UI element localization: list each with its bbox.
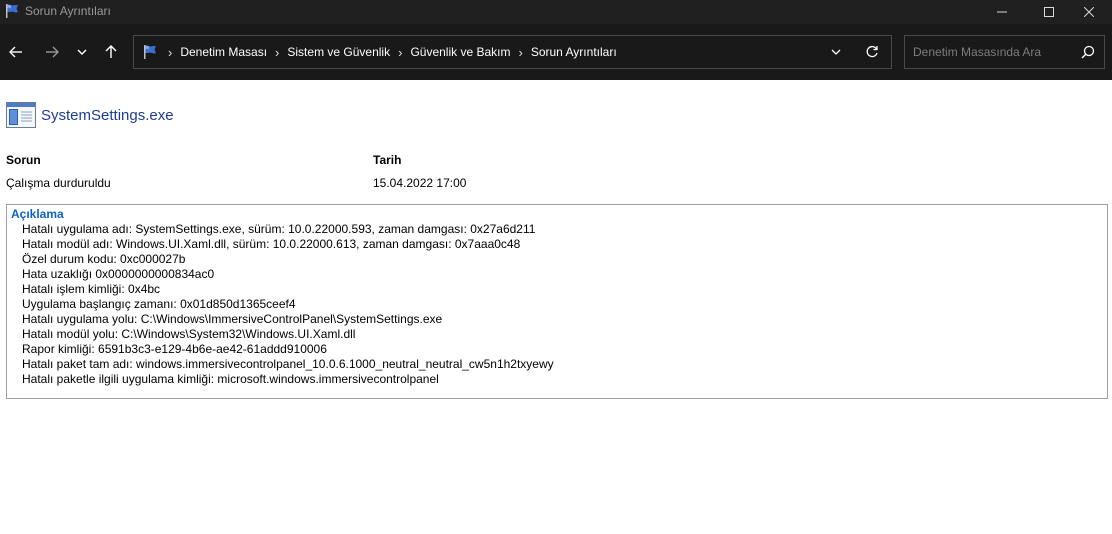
search-icon[interactable]	[1081, 45, 1095, 59]
description-line: Rapor kimliği: 6591b3c3-e129-4b6e-ae42-6…	[22, 342, 327, 356]
app-header: SystemSettings.exe	[6, 102, 174, 128]
maximize-icon	[1044, 7, 1054, 17]
description-line: Hatalı modül adı: Windows.UI.Xaml.dll, s…	[22, 237, 521, 251]
breadcrumb-item-problem-details[interactable]: Sorun Ayrıntıları	[531, 45, 617, 59]
close-button[interactable]	[1066, 0, 1112, 24]
description-line: Uygulama başlangıç zamanı: 0x01d850d1365…	[22, 297, 296, 311]
description-line: Özel durum kodu: 0xc000027b	[22, 252, 186, 266]
up-button[interactable]	[99, 38, 123, 66]
address-bar[interactable]: › Denetim Masası › Sistem ve Güvenlik › …	[133, 35, 892, 69]
breadcrumb: › Denetim Masası › Sistem ve Güvenlik › …	[164, 36, 617, 68]
application-window-icon	[6, 102, 36, 128]
forward-button[interactable]	[40, 38, 64, 66]
chevron-down-icon	[77, 49, 87, 55]
recent-locations-button[interactable]	[70, 38, 94, 66]
arrow-right-icon	[46, 46, 59, 58]
control-panel-flag-icon	[144, 45, 156, 59]
description-line: Hatalı paketle ilgili uygulama kimliği: …	[22, 372, 439, 386]
search-input[interactable]	[905, 36, 1075, 68]
control-panel-flag-icon	[6, 4, 18, 18]
app-name: SystemSettings.exe	[41, 106, 174, 124]
date-value: 15.04.2022 17:00	[373, 176, 467, 190]
breadcrumb-item-control-panel[interactable]: Denetim Masası	[180, 45, 267, 59]
breadcrumb-separator-icon[interactable]: ›	[518, 45, 522, 60]
arrow-up-icon	[105, 45, 117, 58]
address-history-button[interactable]	[826, 42, 846, 62]
description-line: Hatalı modül yolu: C:\Windows\System32\W…	[22, 327, 356, 341]
description-line: Hatalı uygulama yolu: C:\Windows\Immersi…	[22, 312, 443, 326]
navigation-bar: › Denetim Masası › Sistem ve Güvenlik › …	[0, 24, 1112, 80]
breadcrumb-item-security-maintenance[interactable]: Güvenlik ve Bakım	[410, 45, 510, 59]
description-lines: Hatalı uygulama adı: SystemSettings.exe,…	[22, 222, 554, 387]
refresh-button[interactable]	[862, 42, 882, 62]
description-line: Hatalı paket tam adı: windows.immersivec…	[22, 357, 554, 371]
content-area: SystemSettings.exe Sorun Tarih Çalışma d…	[0, 80, 1112, 534]
chevron-down-icon	[831, 49, 841, 55]
breadcrumb-separator-icon[interactable]: ›	[398, 45, 402, 60]
breadcrumb-separator-icon[interactable]: ›	[168, 45, 172, 60]
description-line: Hata uzaklığı 0x0000000000834ac0	[22, 267, 215, 281]
date-label: Tarih	[373, 153, 402, 167]
breadcrumb-separator-icon[interactable]: ›	[275, 45, 279, 60]
description-box: Açıklama Hatalı uygulama adı: SystemSett…	[6, 204, 1108, 399]
title-bar: Sorun Ayrıntıları	[0, 0, 1112, 24]
close-icon	[1084, 7, 1094, 17]
description-line: Hatalı işlem kimliği: 0x4bc	[22, 282, 161, 296]
description-line: Hatalı uygulama adı: SystemSettings.exe,…	[22, 222, 536, 236]
minimize-button[interactable]	[979, 0, 1025, 24]
search-box[interactable]	[904, 35, 1105, 69]
problem-label: Sorun	[6, 153, 41, 167]
window-title: Sorun Ayrıntıları	[25, 4, 111, 18]
refresh-icon	[866, 45, 878, 58]
breadcrumb-item-system-security[interactable]: Sistem ve Güvenlik	[287, 45, 390, 59]
back-button[interactable]	[4, 38, 28, 66]
description-title: Açıklama	[11, 207, 64, 221]
problem-value: Çalışma durduruldu	[6, 176, 111, 190]
arrow-left-icon	[9, 46, 22, 58]
minimize-icon	[997, 11, 1007, 13]
